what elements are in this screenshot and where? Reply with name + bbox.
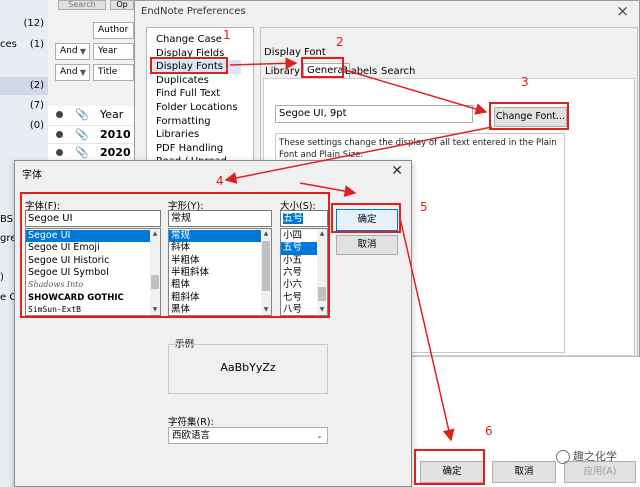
truncated-text: ) — [0, 272, 4, 283]
search-button[interactable]: Search — [58, 0, 106, 10]
dialog-title: EndNote Preferences — [141, 6, 246, 17]
reference-row[interactable]: 📎 2010 — [48, 126, 134, 144]
group-count: (2) — [29, 80, 44, 91]
category-libraries[interactable]: Libraries — [156, 128, 199, 142]
group-row-selected[interactable]: (2) — [0, 77, 48, 95]
group-row[interactable]: (0) — [0, 117, 48, 135]
annotation-box-general-tab — [301, 57, 344, 78]
group-count: (1) — [29, 39, 44, 50]
category-folder-locations[interactable]: Folder Locations — [156, 101, 238, 115]
reference-year: 2020 — [100, 146, 131, 159]
group-count: (7) — [29, 100, 44, 111]
annotation-number: 4 — [216, 174, 224, 188]
watermark-logo-icon — [556, 450, 570, 464]
attachment-icon: 📎 — [75, 108, 89, 121]
search-field-select[interactable]: Title — [93, 64, 134, 81]
attachment-icon: 📎 — [75, 128, 89, 141]
chevron-down-icon: ▼ — [79, 68, 86, 77]
annotation-box-pref-ok — [414, 449, 485, 485]
options-button[interactable]: Op — [110, 0, 134, 10]
bool-select[interactable]: And ▼ — [55, 64, 90, 81]
tab-search[interactable]: Search — [381, 65, 415, 79]
category-formatting[interactable]: Formatting — [156, 115, 211, 129]
chevron-down-icon: ⌄ — [316, 431, 323, 440]
group-row[interactable]: (7) — [0, 97, 48, 115]
category-duplicates[interactable]: Duplicates — [156, 74, 209, 88]
group-count: (12) — [23, 18, 44, 29]
pref-cancel-button[interactable]: 取消 — [492, 461, 556, 483]
year-column-header[interactable]: Year — [100, 108, 123, 121]
current-font-display: Segoe UI, 9pt — [275, 105, 473, 123]
annotation-number: 2 — [336, 35, 344, 49]
annotation-number: 3 — [521, 75, 529, 89]
script-select[interactable]: 西欧语言 ⌄ — [168, 427, 328, 444]
bool-select[interactable]: And ▼ — [55, 43, 90, 60]
category-find-full-text[interactable]: Find Full Text — [156, 87, 220, 101]
attachment-icon: 📎 — [75, 146, 89, 159]
pref-apply-button[interactable]: 应用(A) — [564, 461, 636, 483]
group-row[interactable]: ces (1) — [0, 36, 48, 54]
search-field-select[interactable]: Author — [93, 22, 134, 39]
close-icon[interactable]: ✕ — [391, 163, 403, 179]
annotation-box-display-fonts — [150, 57, 228, 74]
annotation-number: 5 — [420, 200, 428, 214]
close-icon[interactable]: × — [616, 2, 629, 20]
read-status-icon — [56, 131, 63, 138]
annotation-box-font-selection — [20, 192, 330, 318]
font-cancel-button[interactable]: 取消 — [336, 235, 398, 255]
group-name: ces — [0, 39, 17, 50]
watermark: 趣之化学 — [556, 448, 617, 464]
read-status-icon — [56, 111, 63, 118]
script-label: 字符集(R): — [168, 417, 214, 428]
read-status-icon — [56, 149, 63, 156]
chevron-down-icon: ▼ — [79, 47, 86, 56]
description-text: These settings change the display of all… — [279, 138, 557, 160]
group-count: (0) — [29, 120, 44, 131]
reference-list-header: 📎 Year — [48, 106, 134, 126]
annotation-box-font-ok — [331, 203, 401, 233]
sample-text: AaBbYyZz — [220, 361, 276, 374]
category-pdf-handling[interactable]: PDF Handling — [156, 142, 223, 156]
search-field-select[interactable]: Year — [93, 43, 134, 60]
sample-box: AaBbYyZz — [168, 344, 328, 394]
reference-year: 2010 — [100, 128, 131, 141]
tab-labels[interactable]: Labels — [345, 65, 377, 79]
category-change-case[interactable]: Change Case — [156, 33, 222, 47]
group-row[interactable]: (12) — [0, 15, 48, 33]
tab-library[interactable]: Library — [265, 65, 300, 79]
annotation-box-change-font — [489, 102, 569, 130]
font-dialog-title: 字体 — [22, 170, 42, 181]
annotation-number: 6 — [485, 424, 493, 438]
annotation-number: 1 — [223, 28, 231, 42]
